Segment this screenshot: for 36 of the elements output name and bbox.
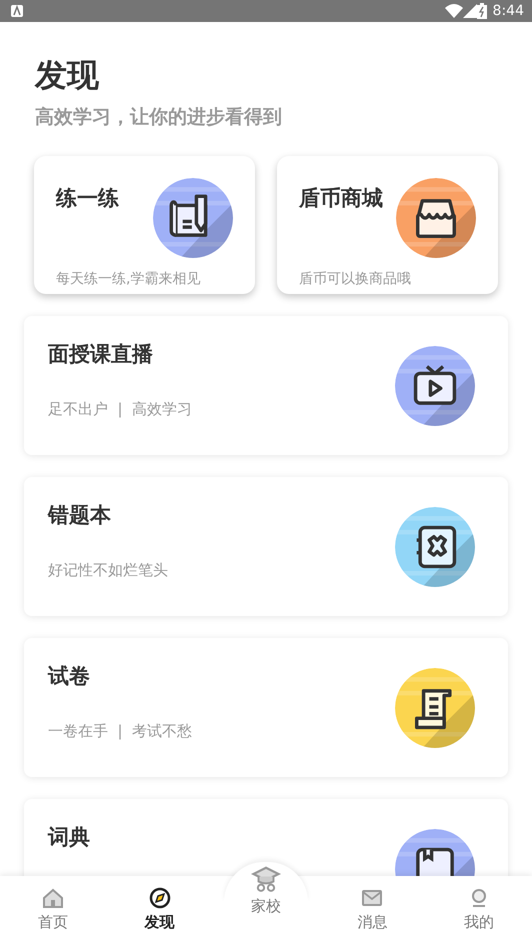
card-subtitle: 每天练一练,学霸来相见 — [56, 270, 202, 288]
feature-card[interactable]: 练一练 每天练一练,学霸来相见 — [34, 156, 255, 294]
signal-icon — [462, 4, 477, 18]
card-subtitle: 一卷在手 | 考试不愁 — [48, 722, 192, 741]
card-title: 错题本 — [48, 502, 112, 529]
card-title: 盾币商城 — [299, 185, 383, 212]
battery-icon — [476, 3, 487, 19]
scroll-icon — [395, 668, 475, 748]
status-time: 8:44 — [492, 3, 524, 19]
card-title: 试卷 — [48, 663, 91, 690]
card-subtitle: 好记性不如烂笔头 — [48, 561, 168, 580]
card-title: 面授课直播 — [48, 341, 154, 368]
notebook-icon — [395, 506, 475, 586]
feature-card[interactable]: 词典 — [24, 799, 508, 876]
practice-icon — [153, 178, 233, 258]
feature-card[interactable]: 试卷 一卷在手 | 考试不愁 — [24, 638, 508, 777]
wifi-icon — [444, 4, 463, 18]
shop-icon — [396, 178, 476, 258]
nav-tab[interactable]: 消息 — [319, 876, 426, 946]
card-subtitle: 足不出户 | 高效学习 — [48, 400, 192, 419]
feature-card[interactable]: 盾币商城 盾币可以换商品哦 — [277, 156, 498, 294]
nav-tab[interactable]: 我的 — [426, 876, 532, 946]
card-subtitle: 盾币可以换商品哦 — [299, 270, 412, 288]
nav-tab[interactable]: 首页 — [0, 876, 106, 946]
nav-tab[interactable]: 发现 — [106, 876, 213, 946]
notification-icon — [10, 4, 24, 18]
card-title: 练一练 — [56, 185, 119, 212]
page-title: 发现 — [35, 55, 100, 96]
school-icon — [251, 864, 282, 894]
feature-card[interactable]: 面授课直播 足不出户 | 高效学习 — [24, 316, 508, 455]
page-subtitle: 高效学习，让你的进步看得到 — [35, 105, 283, 130]
home-icon — [41, 886, 66, 910]
compass-icon — [148, 886, 172, 910]
card-title: 词典 — [48, 824, 90, 851]
feature-card[interactable]: 错题本 好记性不如烂笔头 — [24, 477, 508, 616]
tv-icon — [395, 346, 475, 426]
